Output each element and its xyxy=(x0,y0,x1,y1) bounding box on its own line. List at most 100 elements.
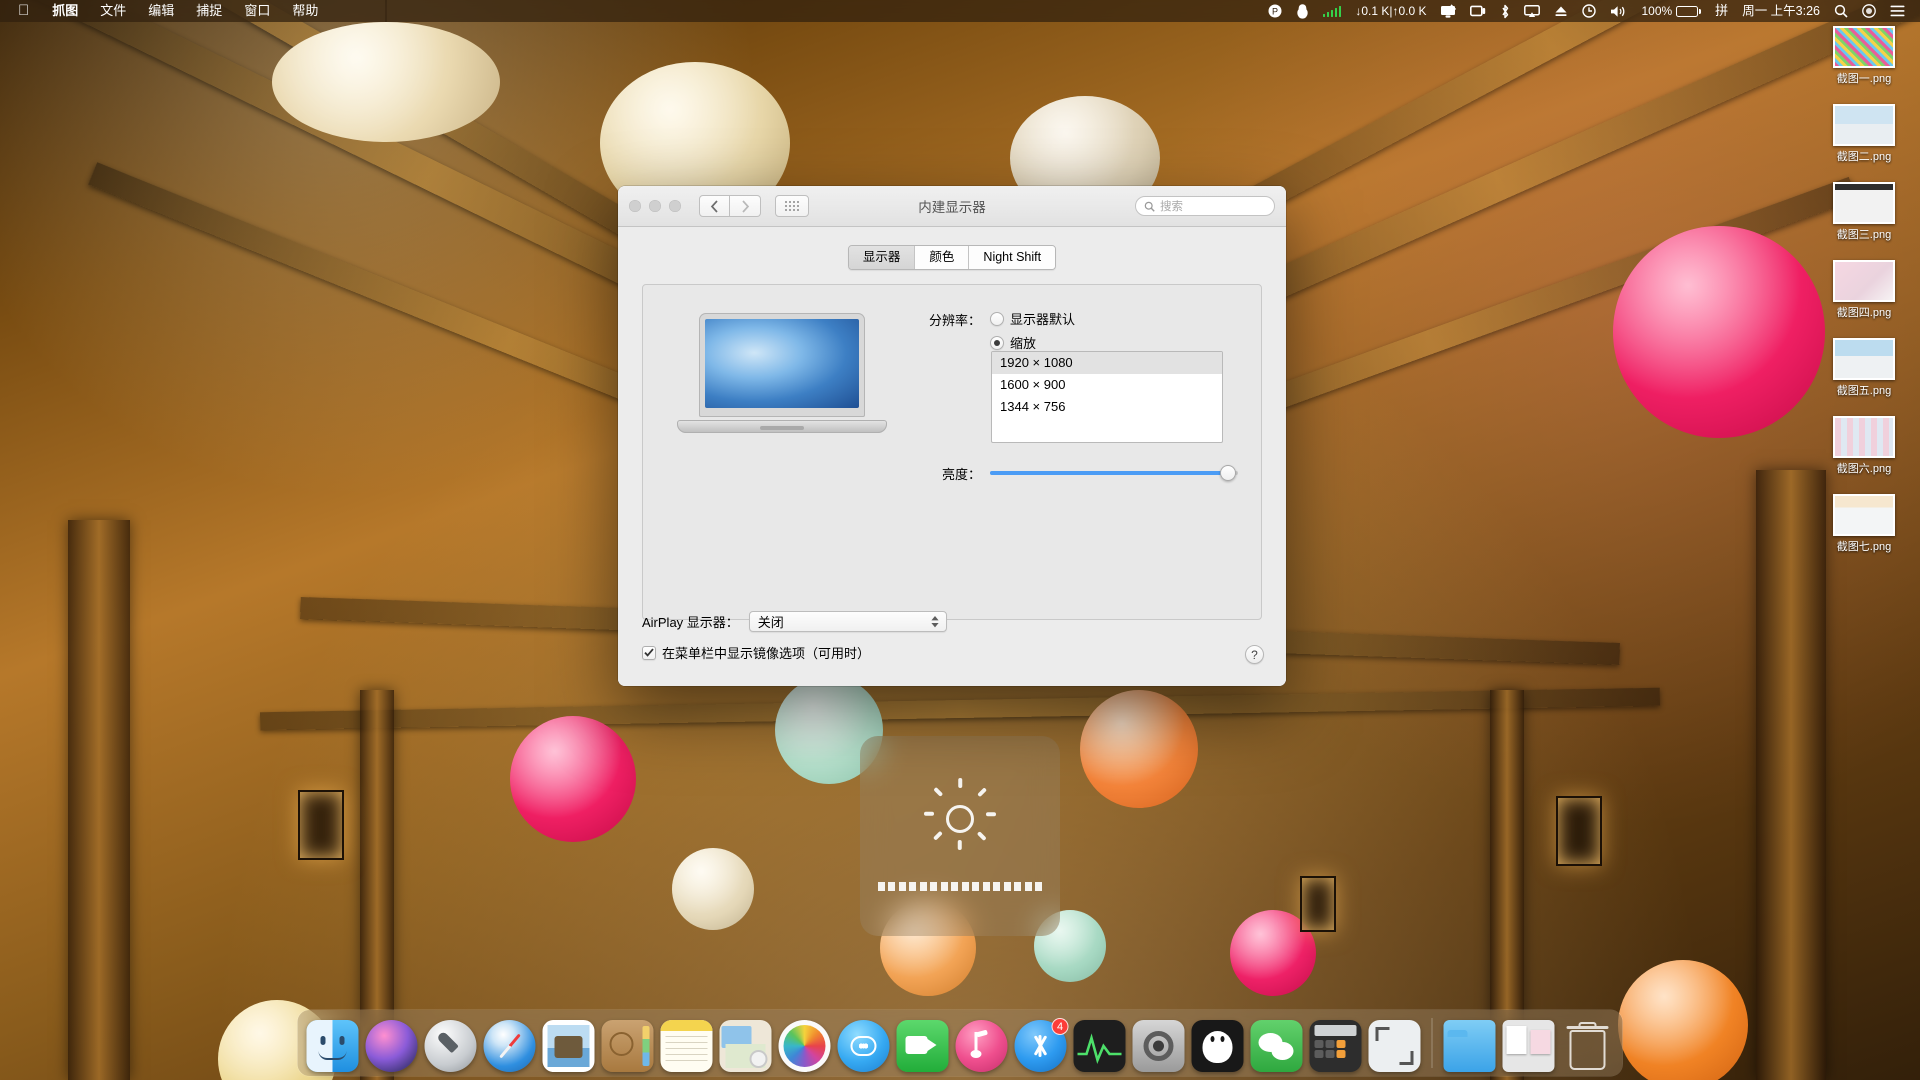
tab-display[interactable]: 显示器 xyxy=(848,246,916,269)
dock-item-messages[interactable] xyxy=(837,1020,890,1072)
show-all-button[interactable] xyxy=(775,195,809,217)
dock-item-wechat[interactable] xyxy=(1250,1020,1303,1072)
brightness-sun-icon xyxy=(923,777,997,856)
dock-item-contacts[interactable] xyxy=(601,1020,654,1072)
bluetooth-icon[interactable] xyxy=(1493,4,1517,19)
eject-icon[interactable] xyxy=(1547,5,1575,17)
dock-item-calculator[interactable] xyxy=(1309,1020,1362,1072)
battery-icon[interactable] xyxy=(1676,5,1708,17)
network-speed-indicator[interactable]: ↓0.1 K|↑0.0 K xyxy=(1348,0,1433,22)
volume-icon[interactable] xyxy=(1603,5,1634,18)
mirroring-checkbox[interactable] xyxy=(642,645,656,660)
desktop-file[interactable]: 截图一.png xyxy=(1816,26,1912,86)
dock-item-notes[interactable] xyxy=(660,1020,713,1072)
time-machine-icon[interactable] xyxy=(1575,4,1603,18)
search-field[interactable]: 搜索 xyxy=(1135,196,1275,216)
close-button[interactable] xyxy=(629,200,641,212)
dock-item-screenshot[interactable] xyxy=(1368,1020,1421,1072)
input-source-indicator[interactable]: 拼 xyxy=(1708,0,1735,22)
dock-item-safari[interactable] xyxy=(483,1020,536,1072)
menu-capture[interactable]: 捕捉 xyxy=(185,0,233,22)
tab-color[interactable]: 颜色 xyxy=(915,246,970,269)
forward-button[interactable] xyxy=(730,195,761,217)
video-camera-icon[interactable] xyxy=(1463,5,1493,17)
minimize-button[interactable] xyxy=(649,200,661,212)
resolution-list-item[interactable]: 1600 × 900 xyxy=(992,374,1222,396)
dock-item-activity-monitor[interactable] xyxy=(1073,1020,1126,1072)
file-name: 截图二.png xyxy=(1836,151,1892,163)
rafter xyxy=(259,687,1661,731)
resolution-list-item[interactable]: 1344 × 756 xyxy=(992,396,1222,418)
tab-night-shift[interactable]: Night Shift xyxy=(969,246,1056,269)
menu-help[interactable]: 帮助 xyxy=(281,0,329,22)
p-circle-icon[interactable]: P xyxy=(1261,4,1289,18)
dock-item-launchpad[interactable] xyxy=(424,1020,477,1072)
zoom-button[interactable] xyxy=(669,200,681,212)
dock-item-downloads-folder[interactable] xyxy=(1443,1020,1496,1072)
airplay-popup-button[interactable]: 关闭 xyxy=(748,611,947,632)
help-button[interactable]: ? xyxy=(1245,645,1264,664)
desktop-file[interactable]: 截图四.png xyxy=(1816,260,1912,320)
spotlight-search-icon[interactable] xyxy=(1827,4,1855,18)
resolution-option-label: 显示器默认 xyxy=(1010,312,1076,327)
penguin-icon[interactable] xyxy=(1289,3,1316,19)
dock-item-maps[interactable] xyxy=(719,1020,772,1072)
desktop-file[interactable]: 截图二.png xyxy=(1816,104,1912,164)
file-name: 截图五.png xyxy=(1836,385,1892,397)
lantern xyxy=(1613,226,1825,438)
file-name: 截图七.png xyxy=(1836,541,1892,553)
brightness-tick xyxy=(1014,881,1022,891)
chevron-left-icon xyxy=(710,199,718,213)
display-arrow-icon[interactable] xyxy=(1433,4,1463,18)
menu-window[interactable]: 窗口 xyxy=(233,0,281,22)
slider-knob[interactable] xyxy=(1220,465,1237,481)
resolution-option-scaled[interactable]: 缩放 xyxy=(990,333,1075,352)
dock-item-siri[interactable] xyxy=(365,1020,418,1072)
file-name: 截图三.png xyxy=(1836,229,1892,241)
siri-icon[interactable] xyxy=(1855,4,1883,18)
apple-menu-icon[interactable]:  xyxy=(8,0,41,22)
dock-item-trash[interactable] xyxy=(1562,1020,1614,1072)
dock-item-photos[interactable] xyxy=(778,1020,831,1072)
brightness-hud-overlay xyxy=(860,736,1060,936)
battery-percent-label[interactable]: 100% xyxy=(1634,0,1676,22)
display-settings-panel: 分辨率： 显示器默认 缩放 1920 × 1080 1600 × 900 134… xyxy=(642,284,1262,620)
window-title-bar[interactable]: 内建显示器 搜索 xyxy=(618,186,1286,227)
window-traffic-lights xyxy=(629,200,681,212)
file-thumbnail xyxy=(1833,104,1895,146)
back-button[interactable] xyxy=(699,195,730,217)
dock-item-mail[interactable] xyxy=(542,1020,595,1072)
menu-bar-clock[interactable]: 周一 上午3:26 xyxy=(1735,0,1827,22)
resolution-list[interactable]: 1920 × 1080 1600 × 900 1344 × 756 xyxy=(991,351,1223,443)
dock-item-finder[interactable] xyxy=(306,1020,359,1072)
dock-item-qq[interactable] xyxy=(1191,1020,1244,1072)
desktop-file[interactable]: 截图七.png xyxy=(1816,494,1912,554)
displays-preferences-window[interactable]: 内建显示器 搜索 显示器 颜色 Night Shift 分辨率： 显示器默认 缩… xyxy=(618,186,1286,686)
show-mirroring-options-row[interactable]: 在菜单栏中显示镜像选项（可用时） xyxy=(642,643,870,662)
lantern xyxy=(672,848,754,930)
brightness-slider[interactable] xyxy=(990,465,1238,481)
brightness-tick xyxy=(930,881,938,891)
dock-item-facetime[interactable] xyxy=(896,1020,949,1072)
dock-item-itunes[interactable] xyxy=(955,1020,1008,1072)
resolution-label: 分辨率： xyxy=(928,313,981,328)
checkmark-icon xyxy=(644,648,654,657)
vertical-beam xyxy=(68,520,130,1080)
resolution-list-item[interactable]: 1920 × 1080 xyxy=(992,352,1222,374)
network-bars-icon[interactable] xyxy=(1316,5,1349,17)
menu-file[interactable]: 文件 xyxy=(89,0,137,22)
airplay-icon[interactable] xyxy=(1517,4,1547,18)
dock-item-app-store[interactable]: 4 xyxy=(1014,1018,1069,1072)
desktop-file[interactable]: 截图三.png xyxy=(1816,182,1912,242)
dock-item-system-preferences[interactable] xyxy=(1132,1020,1185,1072)
resolution-option-default[interactable]: 显示器默认 xyxy=(990,309,1075,328)
notification-list-icon[interactable] xyxy=(1883,5,1912,17)
file-thumbnail xyxy=(1833,416,1895,458)
menu-app-name[interactable]: 抓图 xyxy=(41,0,89,22)
dock-item-documents-stack[interactable] xyxy=(1502,1020,1555,1072)
file-thumbnail xyxy=(1833,338,1895,380)
desktop-file[interactable]: 截图五.png xyxy=(1816,338,1912,398)
lantern xyxy=(1080,690,1198,808)
desktop-file[interactable]: 截图六.png xyxy=(1816,416,1912,476)
menu-edit[interactable]: 编辑 xyxy=(137,0,185,22)
